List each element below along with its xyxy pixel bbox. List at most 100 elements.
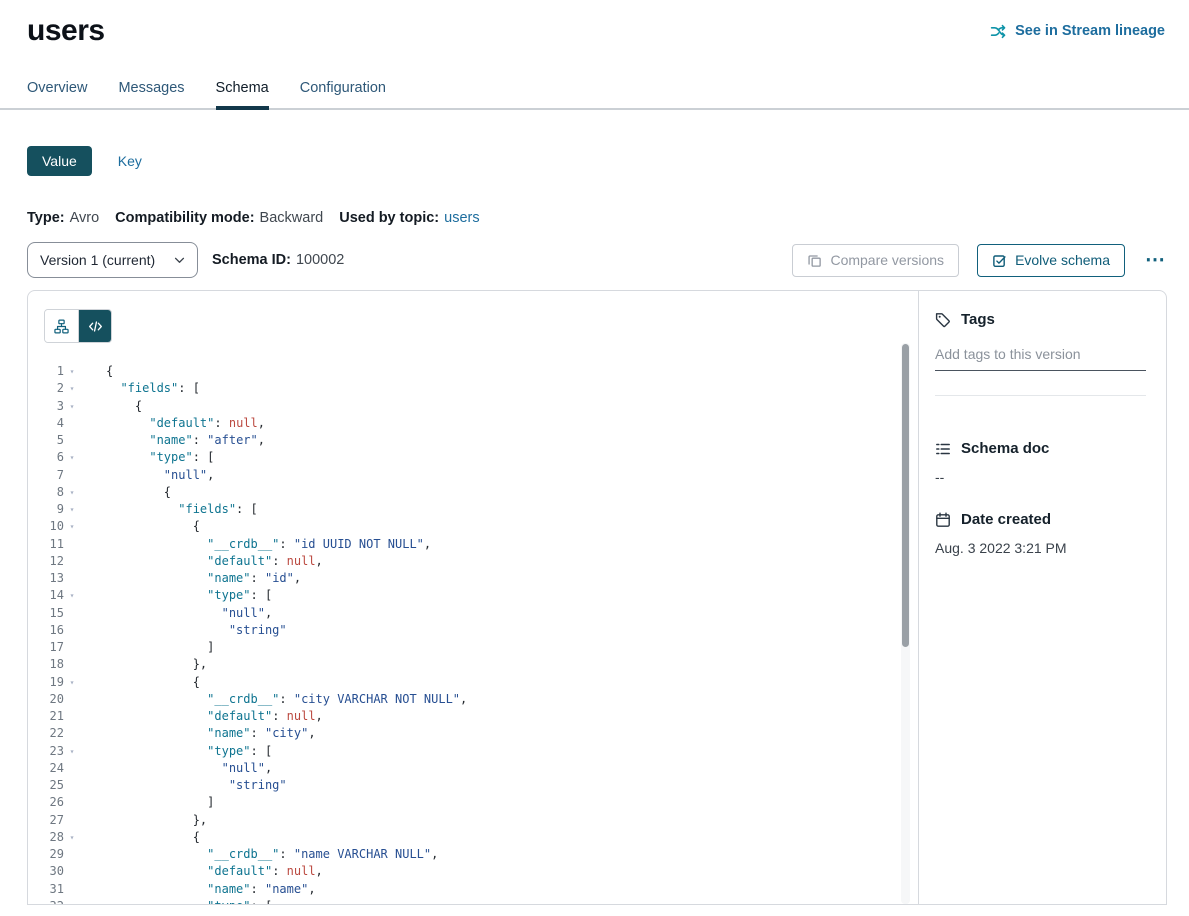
collapse-arrow-placeholder [64, 846, 80, 863]
code-text: "name": "after", [106, 432, 265, 449]
code-line: 32▾ "type": [ [28, 898, 918, 904]
code-text: "null", [106, 760, 272, 777]
tab-configuration[interactable]: Configuration [300, 80, 386, 108]
collapse-arrow-placeholder [64, 639, 80, 656]
stream-lineage-label: See in Stream lineage [1015, 23, 1165, 39]
evolve-schema-button[interactable]: Evolve schema [977, 244, 1125, 277]
code-text: "default": null, [106, 863, 323, 880]
type-label: Type: [27, 210, 65, 226]
code-text: "fields": [ [106, 501, 258, 518]
collapse-arrow-icon[interactable]: ▾ [64, 829, 80, 846]
collapse-arrow-placeholder [64, 794, 80, 811]
compare-versions-button[interactable]: Compare versions [792, 244, 959, 277]
compatibility-mode-label: Compatibility mode: [115, 210, 254, 226]
schema-id-label: Schema ID: [212, 252, 291, 268]
tree-view-button[interactable] [45, 310, 78, 342]
collapse-arrow-icon[interactable]: ▾ [64, 587, 80, 604]
line-number: 22 [28, 725, 64, 742]
code-text: "name": "id", [106, 570, 301, 587]
line-number: 31 [28, 881, 64, 898]
code-view-icon [88, 319, 103, 334]
key-toggle-button[interactable]: Key [118, 153, 142, 169]
tab-overview[interactable]: Overview [27, 80, 87, 108]
code-line: 12 "default": null, [28, 553, 918, 570]
line-number: 25 [28, 777, 64, 794]
collapse-arrow-placeholder [64, 777, 80, 794]
code-line: 24 "null", [28, 760, 918, 777]
collapse-arrow-icon[interactable]: ▾ [64, 380, 80, 397]
line-number: 24 [28, 760, 64, 777]
stream-lineage-link[interactable]: See in Stream lineage [990, 23, 1165, 40]
collapse-arrow-placeholder [64, 881, 80, 898]
tree-view-icon [54, 319, 69, 334]
more-options-button[interactable]: ⋯ [1143, 250, 1167, 270]
collapse-arrow-icon[interactable]: ▾ [64, 484, 80, 501]
used-by-topic-label: Used by topic: [339, 210, 439, 226]
evolve-icon [992, 253, 1007, 268]
collapse-arrow-placeholder [64, 415, 80, 432]
code-text: { [106, 674, 200, 691]
tab-messages[interactable]: Messages [118, 80, 184, 108]
type-value: Avro [70, 210, 100, 226]
schema-doc-section: Schema doc -- [935, 440, 1146, 485]
code-line: 29 "__crdb__": "name VARCHAR NULL", [28, 846, 918, 863]
collapse-arrow-icon[interactable]: ▾ [64, 449, 80, 466]
code-line: 4 "default": null, [28, 415, 918, 432]
code-line: 11 "__crdb__": "id UUID NOT NULL", [28, 536, 918, 553]
line-number: 2 [28, 380, 64, 397]
collapse-arrow-placeholder [64, 553, 80, 570]
code-text: "type": [ [106, 743, 272, 760]
value-toggle-button[interactable]: Value [27, 146, 92, 176]
collapse-arrow-icon[interactable]: ▾ [64, 363, 80, 380]
code-text: "__crdb__": "city VARCHAR NOT NULL", [106, 691, 467, 708]
tab-schema[interactable]: Schema [216, 80, 269, 108]
code-view-button[interactable] [78, 310, 111, 342]
line-number: 32 [28, 898, 64, 904]
line-number: 7 [28, 467, 64, 484]
evolve-schema-label: Evolve schema [1015, 252, 1110, 268]
line-number: 23 [28, 743, 64, 760]
line-number: 11 [28, 536, 64, 553]
code-line: 2▾ "fields": [ [28, 380, 918, 397]
collapse-arrow-placeholder [64, 432, 80, 449]
code-text: "default": null, [106, 708, 323, 725]
code-text: }, [106, 656, 207, 673]
code-line: 16 "string" [28, 622, 918, 639]
line-number: 12 [28, 553, 64, 570]
line-number: 29 [28, 846, 64, 863]
line-number: 5 [28, 432, 64, 449]
schema-doc-value: -- [935, 469, 1146, 485]
editor-scrollbar[interactable] [901, 343, 910, 904]
collapse-arrow-icon[interactable]: ▾ [64, 743, 80, 760]
topic-link[interactable]: users [444, 210, 479, 226]
line-number: 28 [28, 829, 64, 846]
stream-lineage-icon [990, 23, 1007, 40]
collapse-arrow-icon[interactable]: ▾ [64, 898, 80, 904]
code-text: "null", [106, 605, 272, 622]
tags-input[interactable] [935, 342, 1146, 371]
date-created-section: Date created Aug. 3 2022 3:21 PM [935, 511, 1146, 556]
code-text: "__crdb__": "name VARCHAR NULL", [106, 846, 438, 863]
collapse-arrow-icon[interactable]: ▾ [64, 518, 80, 535]
line-number: 26 [28, 794, 64, 811]
tag-icon [935, 312, 951, 328]
code-text: "type": [ [106, 898, 272, 904]
scrollbar-thumb[interactable] [902, 344, 909, 647]
collapse-arrow-icon[interactable]: ▾ [64, 398, 80, 415]
collapse-arrow-icon[interactable]: ▾ [64, 501, 80, 518]
code-line: 18 }, [28, 656, 918, 673]
code-line: 31 "name": "name", [28, 881, 918, 898]
collapse-arrow-icon[interactable]: ▾ [64, 674, 80, 691]
collapse-arrow-placeholder [64, 622, 80, 639]
tab-bar: Overview Messages Schema Configuration [0, 80, 1189, 110]
collapse-arrow-placeholder [64, 863, 80, 880]
line-number: 9 [28, 501, 64, 518]
date-created-title: Date created [961, 511, 1051, 528]
line-number: 27 [28, 812, 64, 829]
compatibility-mode-value: Backward [260, 210, 324, 226]
code-line: 23▾ "type": [ [28, 743, 918, 760]
code-line: 14▾ "type": [ [28, 587, 918, 604]
schema-doc-title: Schema doc [961, 440, 1049, 457]
collapse-arrow-placeholder [64, 725, 80, 742]
version-select[interactable]: Version 1 (current) [27, 242, 198, 278]
